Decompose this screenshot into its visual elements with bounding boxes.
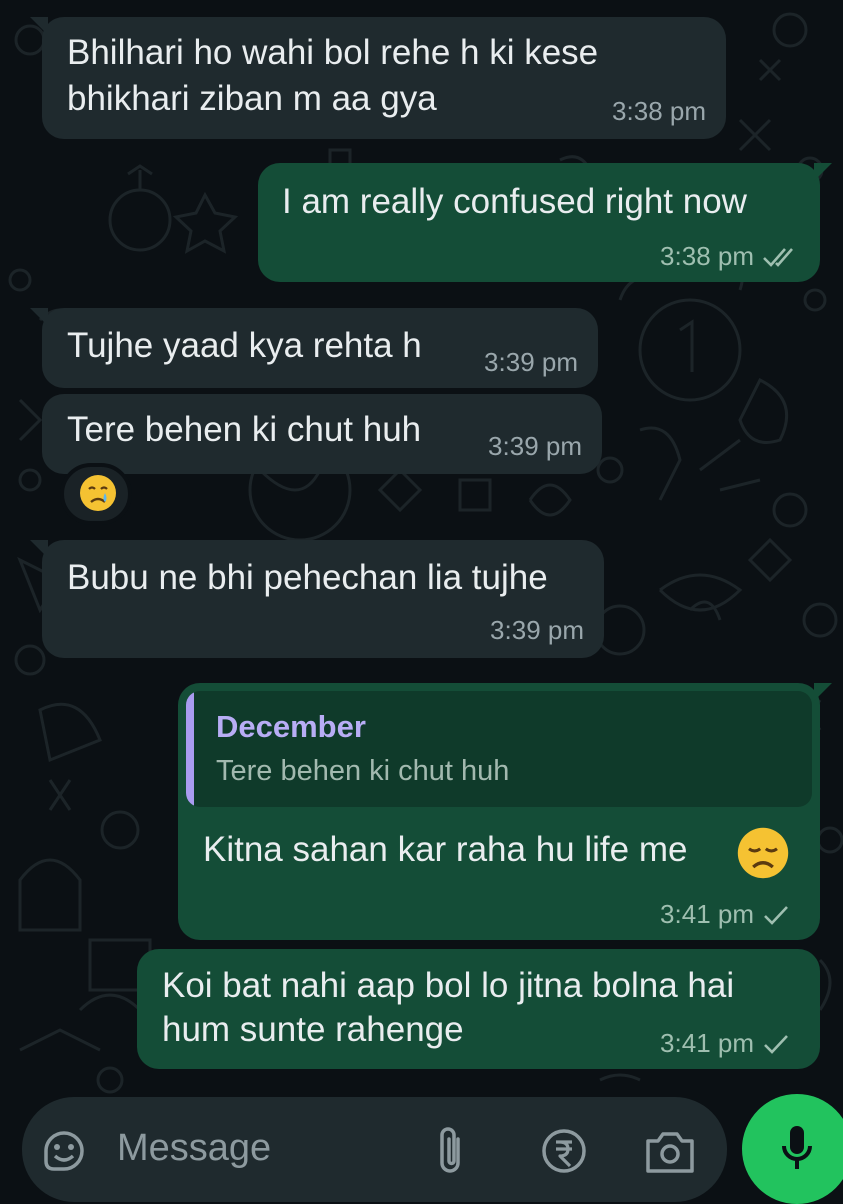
message-timestamp: 3:39 pm xyxy=(488,431,582,461)
message-text-line: Bhilhari ho wahi bol rehe h ki kese xyxy=(67,33,599,72)
quoted-reply[interactable]: December Tere behen ki chut huh xyxy=(186,691,812,807)
bubble-tail xyxy=(814,683,832,701)
quoted-text: Tere behen ki chut huh xyxy=(216,755,510,787)
message-text: Tujhe yaad kya rehta h xyxy=(67,326,422,365)
crying-face-emoji xyxy=(80,475,116,511)
message-text: Kitna sahan kar raha hu life me xyxy=(203,830,688,869)
outgoing-message[interactable]: I am really confused right now 3:38 pm xyxy=(258,163,832,282)
sticker-icon[interactable] xyxy=(40,1127,88,1175)
message-text: Tere behen ki chut huh xyxy=(67,410,422,449)
bubble-tail xyxy=(30,308,48,326)
message-meta: 3:41 pm xyxy=(660,899,790,930)
quote-accent-bar xyxy=(186,691,194,807)
quoted-author: December xyxy=(216,709,366,744)
message-timestamp: 3:38 pm xyxy=(612,96,706,126)
camera-icon[interactable] xyxy=(644,1127,696,1175)
single-check-sent-icon xyxy=(764,905,788,925)
message-text: I am really confused right now xyxy=(282,182,747,221)
incoming-message[interactable]: Tujhe yaad kya rehta h 3:39 pm xyxy=(30,308,598,388)
incoming-message[interactable]: Bhilhari ho wahi bol rehe h ki kese bhik… xyxy=(30,17,726,139)
message-timestamp: 3:39 pm xyxy=(484,347,578,377)
paperclip-icon[interactable] xyxy=(432,1125,472,1177)
outgoing-message[interactable]: Koi bat nahi aap bol lo jitna bolna hai … xyxy=(137,949,820,1069)
message-timestamp: 3:41 pm xyxy=(660,899,754,929)
double-check-read-icon xyxy=(763,247,793,267)
message-composer[interactable]: Message xyxy=(22,1097,727,1202)
message-timestamp: 3:41 pm xyxy=(660,1028,754,1058)
message-meta: 3:38 pm xyxy=(660,241,800,272)
bubble-tail xyxy=(814,163,832,181)
mic-icon xyxy=(782,1126,812,1169)
message-meta: 3:41 pm xyxy=(660,1028,790,1059)
message-text: Bubu ne bhi pehechan lia tujhe xyxy=(67,558,548,597)
message-text-line: hum sunte rahenge xyxy=(162,1010,464,1049)
incoming-message[interactable]: Tere behen ki chut huh 3:39 pm xyxy=(42,394,602,474)
message-timestamp: 3:38 pm xyxy=(660,241,754,271)
voice-message-button[interactable] xyxy=(742,1094,843,1204)
message-reaction[interactable] xyxy=(60,463,132,525)
disappointed-face-emoji xyxy=(737,827,789,879)
bubble-tail xyxy=(30,17,48,35)
message-text-line: bhikhari ziban m aa gya xyxy=(67,79,437,118)
rupee-payment-icon[interactable] xyxy=(540,1127,588,1175)
single-check-sent-icon xyxy=(764,1034,788,1054)
incoming-message[interactable]: Bubu ne bhi pehechan lia tujhe 3:39 pm xyxy=(30,540,604,658)
bubble-tail xyxy=(30,540,48,558)
message-input[interactable]: Message xyxy=(117,1127,271,1170)
message-list[interactable]: Bhilhari ho wahi bol rehe h ki kese bhik… xyxy=(0,0,843,1085)
message-text-line: Koi bat nahi aap bol lo jitna bolna hai xyxy=(162,966,735,1005)
outgoing-message[interactable]: December Tere behen ki chut huh Kitna sa… xyxy=(178,683,832,940)
message-timestamp: 3:39 pm xyxy=(490,615,584,645)
